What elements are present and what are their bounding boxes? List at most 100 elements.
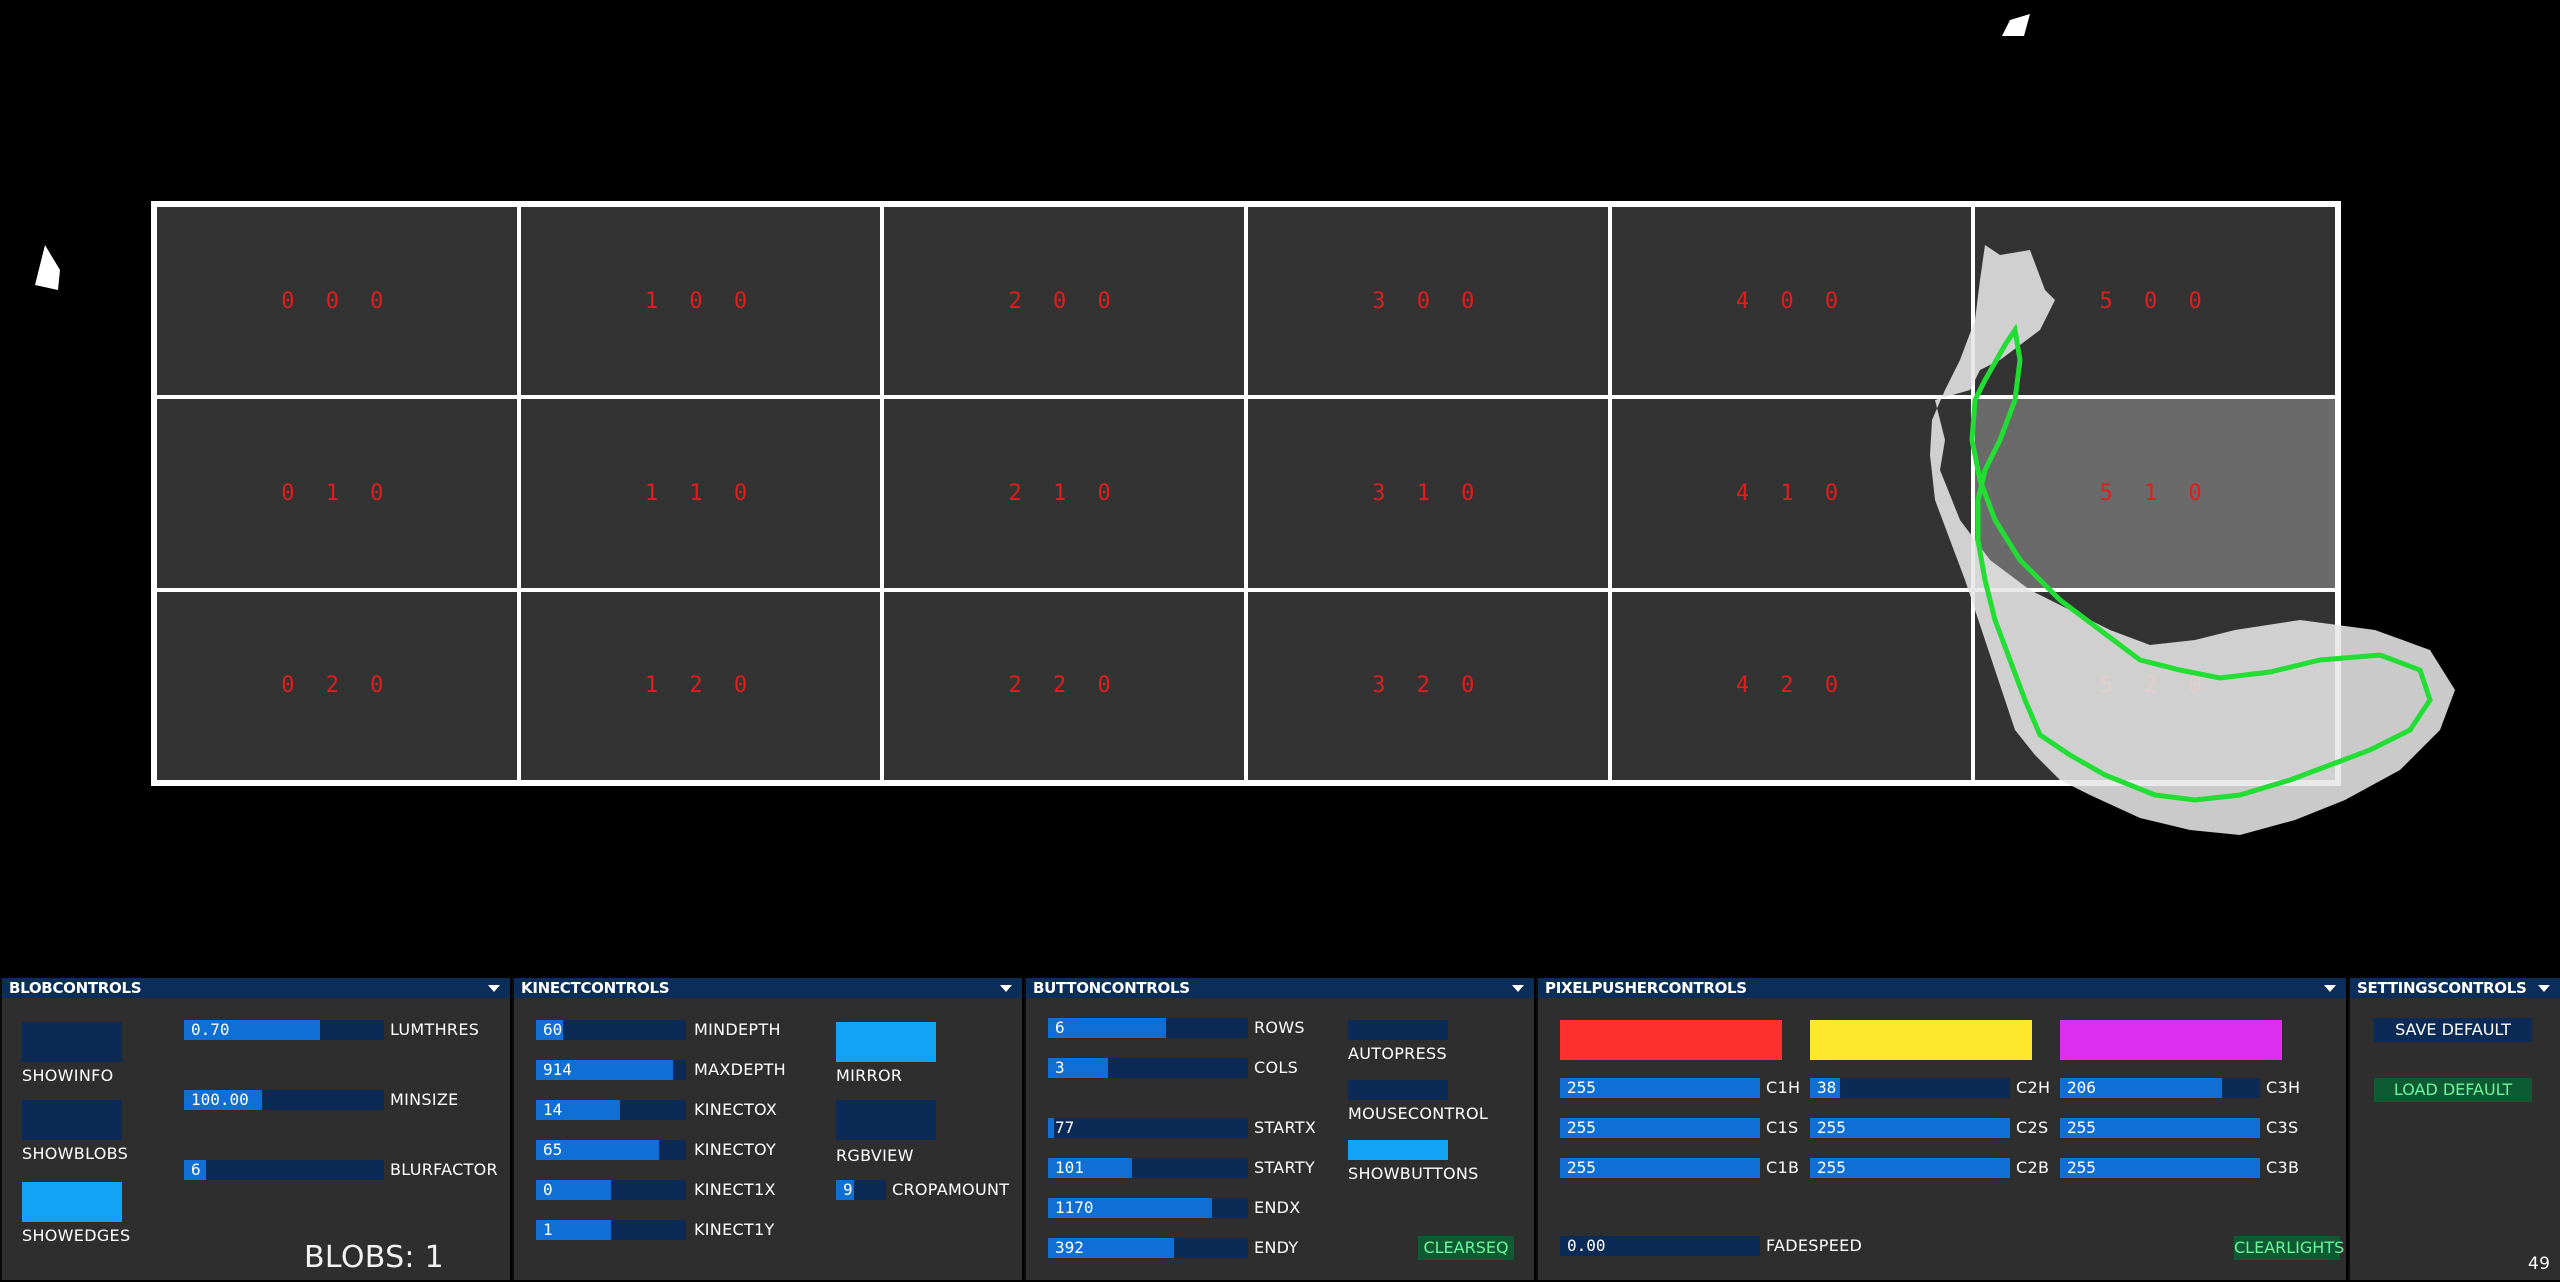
lumthres-slider[interactable]: 0.70 <box>184 1020 384 1040</box>
showedges-toggle[interactable] <box>22 1182 122 1222</box>
grid-cell-label: 3 2 0 <box>1372 673 1484 699</box>
mirror-toggle[interactable] <box>836 1022 936 1062</box>
button-grid: 0 0 0 1 0 0 2 0 0 3 0 0 4 0 0 5 0 0 0 1 0 1 1 0… <box>151 201 2341 786</box>
c2h-slider[interactable]: 38 <box>1810 1078 2010 1098</box>
grid-cell[interactable]: 0 2 0 <box>155 589 519 782</box>
showedges-label: SHOWEDGES <box>22 1226 131 1245</box>
blobs-count: BLOBS: 1 <box>304 1240 445 1275</box>
blob-shape-small <box>35 245 60 290</box>
chevron-down-icon[interactable] <box>2538 985 2550 992</box>
grid-cell[interactable]: 5 1 0 <box>1973 397 2337 590</box>
fps-counter: 49 <box>2528 1254 2551 1274</box>
c2b-slider[interactable]: 255 <box>1810 1158 2010 1178</box>
kinectox-slider[interactable]: 14 <box>536 1100 686 1120</box>
grid-cell[interactable]: 5 2 0 <box>1973 589 2337 782</box>
mousecontrol-toggle[interactable] <box>1348 1080 1448 1100</box>
minsize-label: MINSIZE <box>390 1090 459 1109</box>
grid-cell-label: 5 0 0 <box>2099 288 2211 314</box>
c1b-slider[interactable]: 255 <box>1560 1158 1760 1178</box>
pixelpusher-controls-title[interactable]: PIXELPUSHERCONTROLS <box>1538 978 2346 998</box>
grid-cell[interactable]: 2 0 0 <box>882 205 1246 398</box>
grid-cell-label: 4 2 0 <box>1735 673 1848 699</box>
c3h-slider[interactable]: 206 <box>2060 1078 2260 1098</box>
save-default-button[interactable]: SAVE DEFAULT <box>2374 1018 2532 1042</box>
startx-slider[interactable]: 77 <box>1048 1118 1248 1138</box>
c1s-slider[interactable]: 255 <box>1560 1118 1760 1138</box>
settings-controls-title[interactable]: SETTINGSCONTROLS <box>2350 978 2560 998</box>
c1b-label: C1B <box>1766 1158 1800 1177</box>
color1-swatch[interactable] <box>1560 1020 1782 1060</box>
cropamount-slider[interactable]: 9 <box>836 1180 886 1200</box>
showblobs-label: SHOWBLOBS <box>22 1144 129 1163</box>
button-controls-title[interactable]: BUTTONCONTROLS <box>1026 978 1534 998</box>
chevron-down-icon[interactable] <box>2324 985 2336 992</box>
grid-cell[interactable]: 3 1 0 <box>1246 397 1610 590</box>
showbuttons-toggle[interactable] <box>1348 1140 1448 1160</box>
endx-label: ENDX <box>1254 1198 1301 1217</box>
rows-label: ROWS <box>1254 1018 1305 1037</box>
grid-cell-label: 5 2 0 <box>2099 673 2211 699</box>
showinfo-toggle[interactable] <box>22 1022 122 1062</box>
grid-cell[interactable]: 2 2 0 <box>882 589 1246 782</box>
grid-cell-label: 0 2 0 <box>281 673 393 699</box>
grid-cell[interactable]: 1 0 0 <box>518 205 883 398</box>
minsize-slider[interactable]: 100.00 <box>184 1090 384 1110</box>
grid-cell[interactable]: 4 0 0 <box>1609 205 1974 398</box>
fadespeed-slider[interactable]: 0.00 <box>1560 1236 1760 1256</box>
showblobs-toggle[interactable] <box>22 1100 122 1140</box>
grid-cell[interactable]: 0 1 0 <box>155 397 519 590</box>
c2s-slider[interactable]: 255 <box>1810 1118 2010 1138</box>
cols-label: COLS <box>1254 1058 1299 1077</box>
rows-slider[interactable]: 6 <box>1048 1018 1248 1038</box>
chevron-down-icon[interactable] <box>1000 985 1012 992</box>
blob-shape <box>2002 14 2030 36</box>
kinect1x-slider[interactable]: 0 <box>536 1180 686 1200</box>
grid-cell[interactable]: 5 0 0 <box>1973 205 2337 398</box>
grid-cell[interactable]: 4 1 0 <box>1609 397 1974 590</box>
grid-cell[interactable]: 4 2 0 <box>1609 589 1974 782</box>
grid-cell[interactable]: 3 0 0 <box>1246 205 1610 398</box>
c3b-label: C3B <box>2266 1158 2300 1177</box>
mousecontrol-label: MOUSECONTROL <box>1348 1104 1489 1123</box>
c2b-label: C2B <box>2016 1158 2050 1177</box>
starty-slider[interactable]: 101 <box>1048 1158 1248 1178</box>
color3-swatch[interactable] <box>2060 1020 2282 1060</box>
startx-label: STARTX <box>1254 1118 1317 1137</box>
mindepth-slider[interactable]: 60 <box>536 1020 686 1040</box>
grid-cell-label: 1 1 0 <box>644 480 757 506</box>
c1s-label: C1S <box>1766 1118 1799 1137</box>
grid-cell-label: 3 0 0 <box>1372 288 1484 314</box>
grid-cell[interactable]: 1 1 0 <box>518 397 883 590</box>
c1h-slider[interactable]: 255 <box>1560 1078 1760 1098</box>
chevron-down-icon[interactable] <box>1512 985 1524 992</box>
load-default-button[interactable]: LOAD DEFAULT <box>2374 1078 2532 1102</box>
color2-swatch[interactable] <box>1810 1020 2032 1060</box>
button-controls-panel: BUTTONCONTROLS 6 ROWS 3 COLS 77 STARTX 1… <box>1024 978 1534 1280</box>
chevron-down-icon[interactable] <box>488 985 500 992</box>
grid-cell-label: 0 0 0 <box>281 288 393 314</box>
c3b-slider[interactable]: 255 <box>2060 1158 2260 1178</box>
grid-cell[interactable]: 3 2 0 <box>1246 589 1610 782</box>
cols-slider[interactable]: 3 <box>1048 1058 1248 1078</box>
showbuttons-label: SHOWBUTTONS <box>1348 1164 1479 1183</box>
kinect-controls-title[interactable]: KINECTCONTROLS <box>514 978 1022 998</box>
fadespeed-label: FADESPEED <box>1766 1236 1863 1255</box>
c3s-slider[interactable]: 255 <box>2060 1118 2260 1138</box>
grid-cell[interactable]: 2 1 0 <box>882 397 1246 590</box>
c3s-label: C3S <box>2266 1118 2299 1137</box>
endy-slider[interactable]: 392 <box>1048 1238 1248 1258</box>
rgbview-toggle[interactable] <box>836 1100 936 1140</box>
blurfactor-slider[interactable]: 6 <box>184 1160 384 1180</box>
clearseq-button[interactable]: CLEARSEQ <box>1418 1236 1514 1260</box>
grid-cell[interactable]: 1 2 0 <box>518 589 883 782</box>
kinectoy-slider[interactable]: 65 <box>536 1140 686 1160</box>
grid-cell[interactable]: 0 0 0 <box>155 205 519 398</box>
kinect1y-slider[interactable]: 1 <box>536 1220 686 1240</box>
blob-controls-title[interactable]: BLOBCONTROLS <box>2 978 510 998</box>
endx-slider[interactable]: 1170 <box>1048 1198 1248 1218</box>
c1h-label: C1H <box>1766 1078 1801 1097</box>
autopress-toggle[interactable] <box>1348 1020 1448 1040</box>
settings-controls-panel: SETTINGSCONTROLS SAVE DEFAULT LOAD DEFAU… <box>2348 978 2560 1280</box>
clearlights-button[interactable]: CLEARLIGHTS <box>2234 1236 2344 1260</box>
maxdepth-slider[interactable]: 914 <box>536 1060 686 1080</box>
